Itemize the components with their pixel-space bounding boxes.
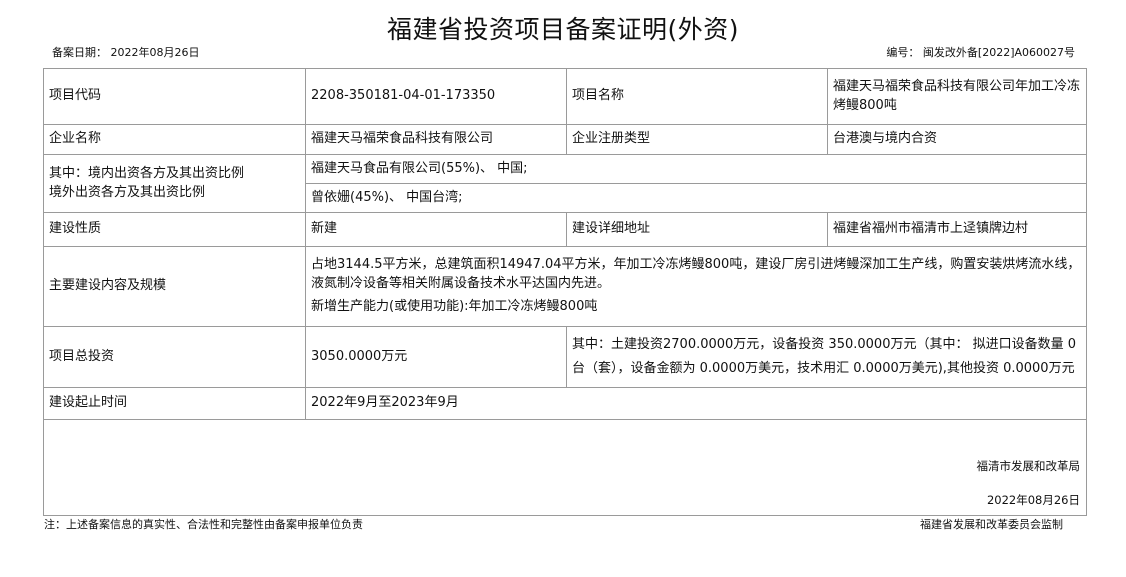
disclaimer-note: 注：上述备案信息的真实性、合法性和完整性由备案申报单位负责 bbox=[44, 518, 363, 531]
nature-value: 新建 bbox=[305, 212, 567, 247]
table-row: 项目总投资 3050.0000万元 其中：土建投资2700.0000万元，设备投… bbox=[43, 326, 1087, 388]
table-row: 福清市发展和改革局 2022年08月26日 bbox=[43, 419, 1087, 516]
content-label: 主要建设内容及规模 bbox=[43, 246, 306, 327]
investor-label: 其中：境内出资各方及其出资比例 境外出资各方及其出资比例 bbox=[43, 154, 306, 213]
domestic-investor-value: 福建天马食品有限公司(55%)、 中国; bbox=[305, 154, 1087, 184]
enterprise-label: 企业名称 bbox=[43, 124, 306, 155]
investment-value: 3050.0000万元 bbox=[305, 326, 567, 388]
investor-label-foreign: 境外出资各方及其出资比例 bbox=[49, 184, 206, 200]
reg-type-value: 台港澳与境内合资 bbox=[827, 124, 1087, 155]
investment-label: 项目总投资 bbox=[43, 326, 306, 388]
document-title: 福建省投资项目备案证明(外资) bbox=[386, 15, 739, 44]
project-code-label: 项目代码 bbox=[43, 68, 306, 125]
table-row: 主要建设内容及规模 占地3144.5平方米，总建筑面积14947.04平方米，年… bbox=[43, 246, 1087, 327]
capacity-value: 新增生产能力(或使用功能):年加工冷冻烤鳗800吨 bbox=[311, 298, 598, 314]
table-row: 其中：境内出资各方及其出资比例 境外出资各方及其出资比例 福建天马食品有限公司(… bbox=[43, 154, 1087, 213]
content-cell: 占地3144.5平方米，总建筑面积14947.04平方米，年加工冷冻烤鳗800吨… bbox=[305, 246, 1087, 327]
table-row: 项目代码 2208-350181-04-01-173350 项目名称 福建天马福… bbox=[43, 68, 1087, 125]
period-label: 建设起止时间 bbox=[43, 387, 306, 420]
table-row: 建设起止时间 2022年9月至2023年9月 bbox=[43, 387, 1087, 420]
project-name-label: 项目名称 bbox=[566, 68, 828, 125]
table-row: 企业名称 福建天马福荣食品科技有限公司 企业注册类型 台港澳与境内合资 bbox=[43, 124, 1087, 155]
filing-date: 备案日期： 2022年08月26日 bbox=[52, 46, 200, 59]
enterprise-value: 福建天马福荣食品科技有限公司 bbox=[305, 124, 567, 155]
project-code-value: 2208-350181-04-01-173350 bbox=[305, 68, 567, 125]
investor-label-domestic: 其中：境内出资各方及其出资比例 bbox=[49, 165, 245, 181]
foreign-investor-value: 曾依姗(45%)、 中国台湾; bbox=[305, 183, 1087, 213]
project-name-value: 福建天马福荣食品科技有限公司年加工冷冻烤鳗800吨 bbox=[827, 68, 1087, 125]
record-table: 项目代码 2208-350181-04-01-173350 项目名称 福建天马福… bbox=[43, 68, 1087, 516]
signature-cell: 福清市发展和改革局 2022年08月26日 bbox=[43, 419, 1087, 516]
address-label: 建设详细地址 bbox=[566, 212, 828, 247]
issuing-organization: 福清市发展和改革局 bbox=[976, 459, 1081, 473]
period-value: 2022年9月至2023年9月 bbox=[305, 387, 1087, 420]
filing-number: 编号： 闽发改外备[2022]A060027号 bbox=[886, 46, 1075, 59]
supervisor-label: 福建省发展和改革委员会监制 bbox=[920, 518, 1063, 531]
nature-label: 建设性质 bbox=[43, 212, 306, 247]
reg-type-label: 企业注册类型 bbox=[566, 124, 828, 155]
investment-detail: 其中：土建投资2700.0000万元，设备投资 350.0000万元（其中： 拟… bbox=[566, 326, 1087, 388]
table-row: 建设性质 新建 建设详细地址 福建省福州市福清市上迳镇牌边村 bbox=[43, 212, 1087, 247]
issue-date: 2022年08月26日 bbox=[986, 493, 1080, 507]
address-value: 福建省福州市福清市上迳镇牌边村 bbox=[827, 212, 1087, 247]
content-value: 占地3144.5平方米，总建筑面积14947.04平方米，年加工冷冻烤鳗800吨… bbox=[311, 257, 1081, 292]
